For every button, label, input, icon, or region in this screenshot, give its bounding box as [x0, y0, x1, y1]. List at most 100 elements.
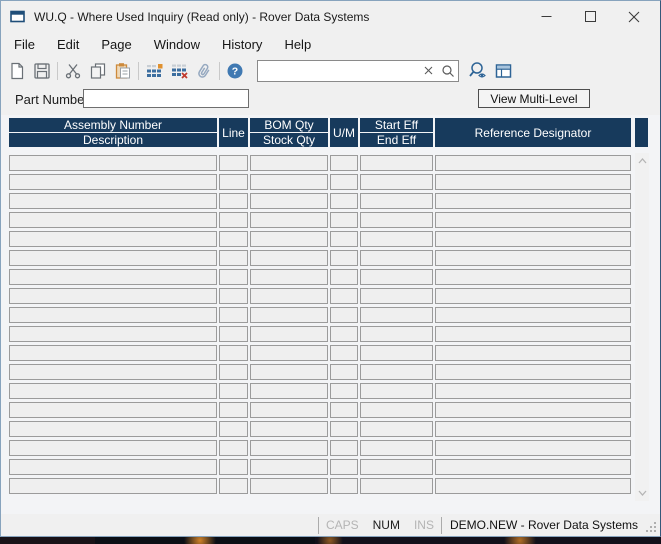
- menu-page[interactable]: Page: [90, 34, 142, 55]
- table-cell[interactable]: [435, 250, 631, 266]
- table-cell[interactable]: [360, 459, 433, 475]
- table-cell[interactable]: [330, 212, 358, 228]
- scroll-up-button[interactable]: [635, 153, 649, 169]
- table-cell[interactable]: [435, 364, 631, 380]
- table-cell[interactable]: [435, 155, 631, 171]
- table-row[interactable]: [9, 269, 631, 285]
- table-cell[interactable]: [219, 250, 248, 266]
- table-cell[interactable]: [9, 231, 217, 247]
- menu-history[interactable]: History: [211, 34, 273, 55]
- table-cell[interactable]: [360, 402, 433, 418]
- table-cell[interactable]: [250, 269, 328, 285]
- clear-search-button[interactable]: [418, 61, 438, 81]
- cut-button[interactable]: [62, 60, 84, 82]
- table-cell[interactable]: [9, 383, 217, 399]
- table-cell[interactable]: [250, 402, 328, 418]
- table-cell[interactable]: [330, 307, 358, 323]
- table-cell[interactable]: [360, 364, 433, 380]
- table-layout-button[interactable]: [492, 60, 514, 82]
- table-cell[interactable]: [219, 231, 248, 247]
- table-cell[interactable]: [330, 478, 358, 494]
- table-cell[interactable]: [435, 288, 631, 304]
- table-cell[interactable]: [360, 421, 433, 437]
- table-cell[interactable]: [435, 174, 631, 190]
- table-cell[interactable]: [250, 307, 328, 323]
- table-cell[interactable]: [250, 155, 328, 171]
- table-cell[interactable]: [435, 212, 631, 228]
- table-cell[interactable]: [9, 326, 217, 342]
- table-cell[interactable]: [219, 402, 248, 418]
- menu-help[interactable]: Help: [273, 34, 322, 55]
- scroll-down-button[interactable]: [635, 485, 649, 501]
- table-cell[interactable]: [219, 345, 248, 361]
- help-button[interactable]: ?: [224, 60, 246, 82]
- app-window-icon[interactable]: [10, 10, 25, 23]
- table-cell[interactable]: [360, 440, 433, 456]
- table-cell[interactable]: [360, 345, 433, 361]
- table-cell[interactable]: [250, 421, 328, 437]
- table-cell[interactable]: [330, 174, 358, 190]
- paste-button[interactable]: [112, 60, 134, 82]
- table-cell[interactable]: [250, 174, 328, 190]
- vertical-scrollbar[interactable]: [635, 153, 649, 501]
- table-cell[interactable]: [360, 478, 433, 494]
- table-cell[interactable]: [360, 155, 433, 171]
- table-cell[interactable]: [219, 364, 248, 380]
- table-cell[interactable]: [9, 174, 217, 190]
- maximize-button[interactable]: [568, 1, 612, 32]
- table-cell[interactable]: [250, 345, 328, 361]
- table-cell[interactable]: [330, 288, 358, 304]
- table-cell[interactable]: [330, 193, 358, 209]
- table-cell[interactable]: [330, 269, 358, 285]
- table-cell[interactable]: [435, 307, 631, 323]
- view-multi-level-button[interactable]: View Multi-Level: [478, 89, 590, 108]
- table-cell[interactable]: [250, 383, 328, 399]
- table-cell[interactable]: [360, 174, 433, 190]
- table-row[interactable]: [9, 421, 631, 437]
- search-input[interactable]: [258, 62, 418, 80]
- table-cell[interactable]: [330, 155, 358, 171]
- table-row[interactable]: [9, 345, 631, 361]
- resize-grip[interactable]: [644, 517, 658, 533]
- table-row[interactable]: [9, 288, 631, 304]
- table-cell[interactable]: [330, 459, 358, 475]
- table-cell[interactable]: [330, 250, 358, 266]
- part-number-input[interactable]: [83, 89, 249, 108]
- table-cell[interactable]: [9, 478, 217, 494]
- table-cell[interactable]: [435, 231, 631, 247]
- insert-row-button[interactable]: [143, 60, 165, 82]
- table-cell[interactable]: [250, 364, 328, 380]
- table-cell[interactable]: [360, 212, 433, 228]
- table-cell[interactable]: [330, 383, 358, 399]
- table-row[interactable]: [9, 250, 631, 266]
- table-cell[interactable]: [219, 383, 248, 399]
- table-cell[interactable]: [330, 440, 358, 456]
- table-cell[interactable]: [219, 193, 248, 209]
- table-cell[interactable]: [9, 364, 217, 380]
- table-row[interactable]: [9, 402, 631, 418]
- table-cell[interactable]: [219, 326, 248, 342]
- menu-edit[interactable]: Edit: [46, 34, 90, 55]
- table-cell[interactable]: [360, 250, 433, 266]
- table-cell[interactable]: [250, 193, 328, 209]
- copy-button[interactable]: [87, 60, 109, 82]
- table-cell[interactable]: [330, 402, 358, 418]
- table-cell[interactable]: [360, 383, 433, 399]
- table-cell[interactable]: [219, 421, 248, 437]
- table-row[interactable]: [9, 155, 631, 171]
- table-row[interactable]: [9, 231, 631, 247]
- table-cell[interactable]: [435, 193, 631, 209]
- delete-row-button[interactable]: [168, 60, 190, 82]
- table-cell[interactable]: [435, 459, 631, 475]
- table-cell[interactable]: [360, 269, 433, 285]
- table-cell[interactable]: [250, 212, 328, 228]
- table-row[interactable]: [9, 193, 631, 209]
- table-row[interactable]: [9, 212, 631, 228]
- close-button[interactable]: [612, 1, 656, 32]
- table-cell[interactable]: [9, 440, 217, 456]
- table-row[interactable]: [9, 174, 631, 190]
- table-row[interactable]: [9, 440, 631, 456]
- table-cell[interactable]: [9, 212, 217, 228]
- table-cell[interactable]: [360, 231, 433, 247]
- table-cell[interactable]: [9, 193, 217, 209]
